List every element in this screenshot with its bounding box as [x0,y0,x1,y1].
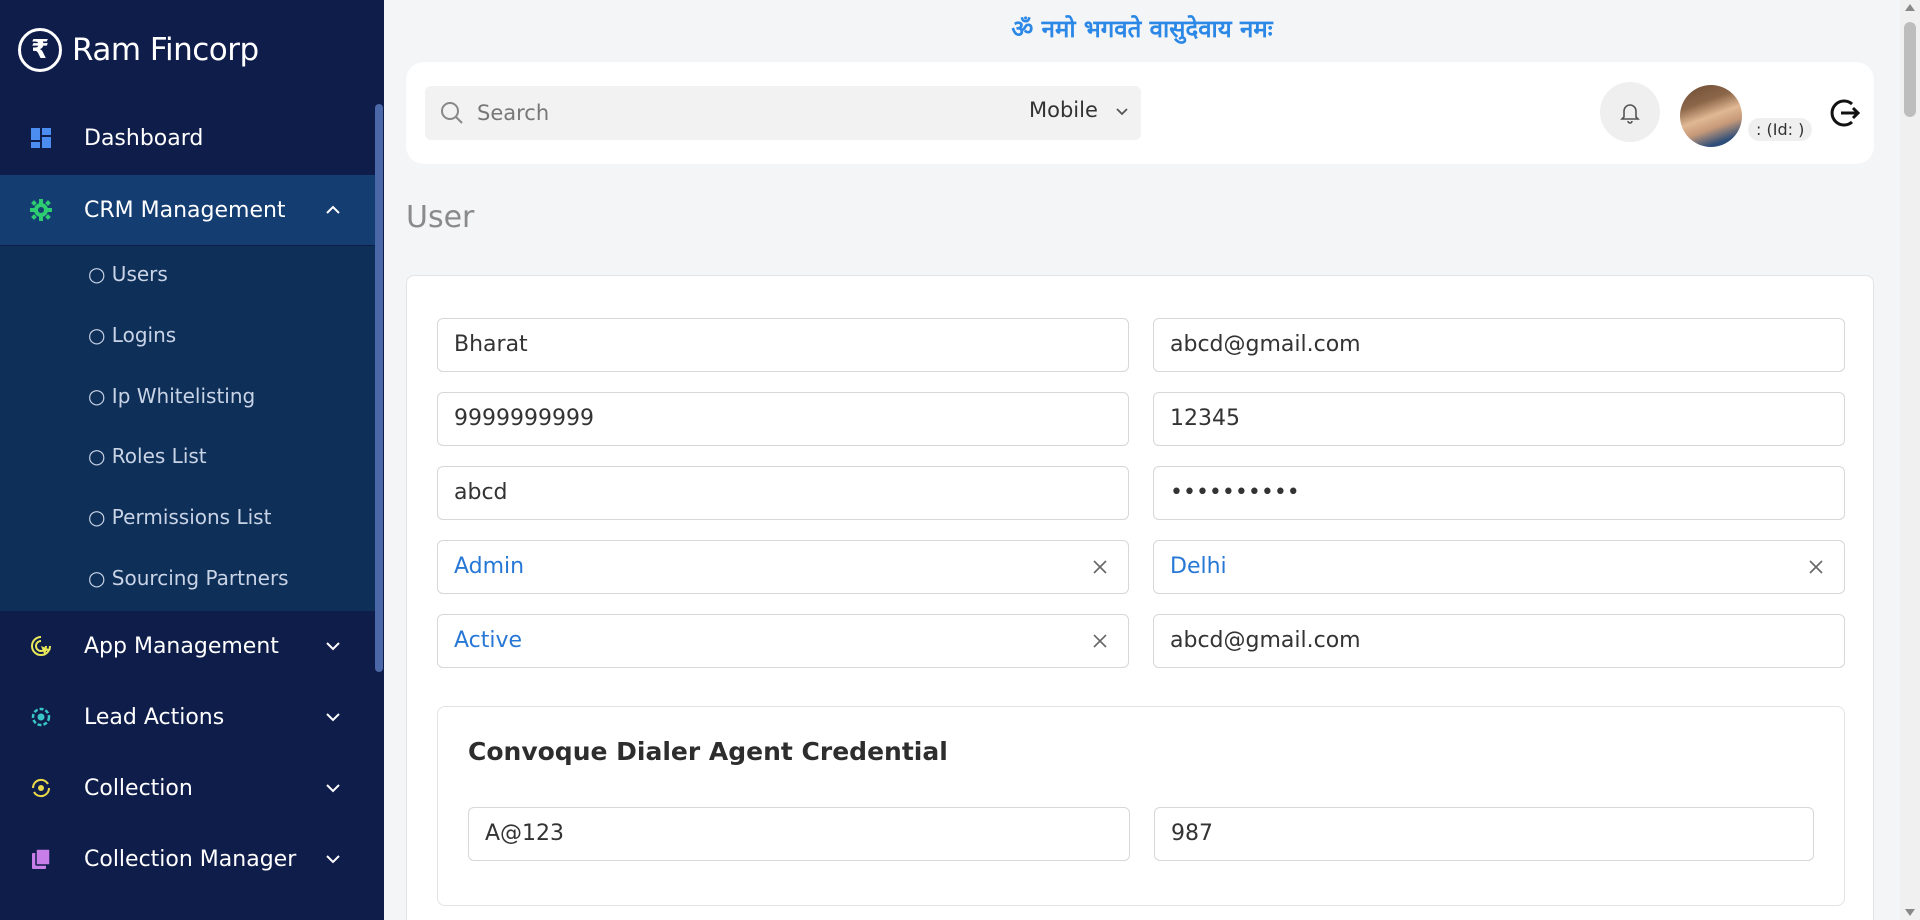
sidebar-item-crm-management[interactable]: CRM Management [0,175,376,245]
sidebar-item-lead-actions[interactable]: Lead Actions [0,682,376,752]
sidebar-item-label: Collection Manager [84,846,297,872]
scroll-up-arrow-icon[interactable] [1905,4,1915,11]
field-value: Active [454,628,523,653]
page-title: User [406,200,475,235]
dialer-password-field[interactable]: A@123 [468,807,1130,861]
field-value: Bharat [454,332,528,357]
sidebar-item-label: CRM Management [84,197,286,223]
page-scrollbar[interactable] [1900,0,1920,920]
chevron-down-icon [322,777,344,799]
username-field[interactable]: abcd [437,466,1129,520]
cog-network-icon [28,704,54,730]
header-mantra: ॐ नमो भगवते वासुदेवाय नमः [1011,15,1273,43]
submenu-item-users[interactable]: ○ Users [88,262,168,286]
submenu-item-roles-list[interactable]: ○ Roles List [88,444,207,468]
top-bar: Mobile : (Id: ) [406,62,1874,164]
field-value: abcd@gmail.com [1170,332,1361,357]
rupee-logo-icon: ₹ [18,28,62,72]
sidebar-item-label: App Management [84,633,279,659]
password-field[interactable]: •••••••••• [1153,466,1845,520]
city-select[interactable]: Delhi [1153,540,1845,594]
status-select[interactable]: Active [437,614,1129,668]
brand-name: Ram Fincorp [72,32,259,68]
user-id-tag: : (Id: ) [1748,118,1813,141]
sidebar-item-collection[interactable]: Collection [0,753,376,823]
field-value: 9999999999 [454,406,594,431]
submenu-item-ip-whitelisting[interactable]: ○ Ip Whitelisting [88,384,255,408]
crm-submenu: ○ Users ○ Logins ○ Ip Whitelisting ○ Rol… [0,246,376,611]
close-icon[interactable] [1090,557,1110,577]
search-input[interactable] [477,94,977,132]
chevron-up-icon [322,199,344,221]
email-field[interactable]: abcd@gmail.com [1153,318,1845,372]
chevron-down-icon [322,635,344,657]
stack-icon [28,846,54,872]
sidebar-item-collection-manager[interactable]: Collection Manager [0,824,376,894]
field-value: 987 [1171,821,1213,846]
field-value: Delhi [1170,554,1227,579]
scroll-down-arrow-icon[interactable] [1905,909,1915,916]
section-title: Convoque Dialer Agent Credential [468,737,948,766]
search-bar: Mobile [425,86,1141,140]
refresh-coin-icon [28,775,54,801]
main-content: ॐ नमो भगवते वासुदेवाय नमः Mobile : (Id: … [384,0,1900,920]
sidebar-item-dashboard[interactable]: Dashboard [0,103,376,173]
secondary-email-field[interactable]: abcd@gmail.com [1153,614,1845,668]
sidebar-item-label: Collection [84,775,193,801]
search-filter-select[interactable]: Mobile [1029,98,1098,122]
user-form-card: Bharat abcd@gmail.com 9999999999 12345 a… [406,275,1874,920]
code-field[interactable]: 12345 [1153,392,1845,446]
sidebar-item-label: Lead Actions [84,704,225,730]
close-icon[interactable] [1806,557,1826,577]
submenu-item-sourcing-partners[interactable]: ○ Sourcing Partners [88,566,289,590]
brand[interactable]: ₹ Ram Fincorp [18,28,259,72]
mobile-field[interactable]: 9999999999 [437,392,1129,446]
name-field[interactable]: Bharat [437,318,1129,372]
sidebar-item-label: Dashboard [84,125,204,151]
notification-bell-button[interactable] [1600,82,1660,142]
dashboard-icon [28,125,54,151]
field-value: 12345 [1170,406,1240,431]
field-value: Admin [454,554,525,579]
chevron-down-icon[interactable] [1113,102,1131,120]
field-value: abcd [454,480,508,505]
gear-icon [28,197,54,223]
sidebar: ₹ Ram Fincorp Dashboard CRM Management ○… [0,0,384,920]
app-cursor-icon [28,633,54,659]
sidebar-scrollbar[interactable] [375,104,383,672]
chevron-down-icon [322,848,344,870]
field-value: •••••••••• [1170,480,1300,505]
submenu-item-logins[interactable]: ○ Logins [88,323,176,347]
submenu-item-permissions-list[interactable]: ○ Permissions List [88,505,271,529]
scrollbar-thumb[interactable] [1904,22,1916,117]
avatar[interactable] [1680,85,1742,147]
field-value: abcd@gmail.com [1170,628,1361,653]
sidebar-item-app-management[interactable]: App Management [0,611,376,681]
role-select[interactable]: Admin [437,540,1129,594]
dialer-agent-id-field[interactable]: 987 [1154,807,1814,861]
field-value: A@123 [485,821,565,846]
search-icon [441,102,463,124]
dialer-credential-section: Convoque Dialer Agent Credential A@123 9… [437,706,1845,906]
close-icon[interactable] [1090,631,1110,651]
chevron-down-icon [322,706,344,728]
logout-icon[interactable] [1828,96,1862,130]
bell-icon [1620,104,1640,124]
